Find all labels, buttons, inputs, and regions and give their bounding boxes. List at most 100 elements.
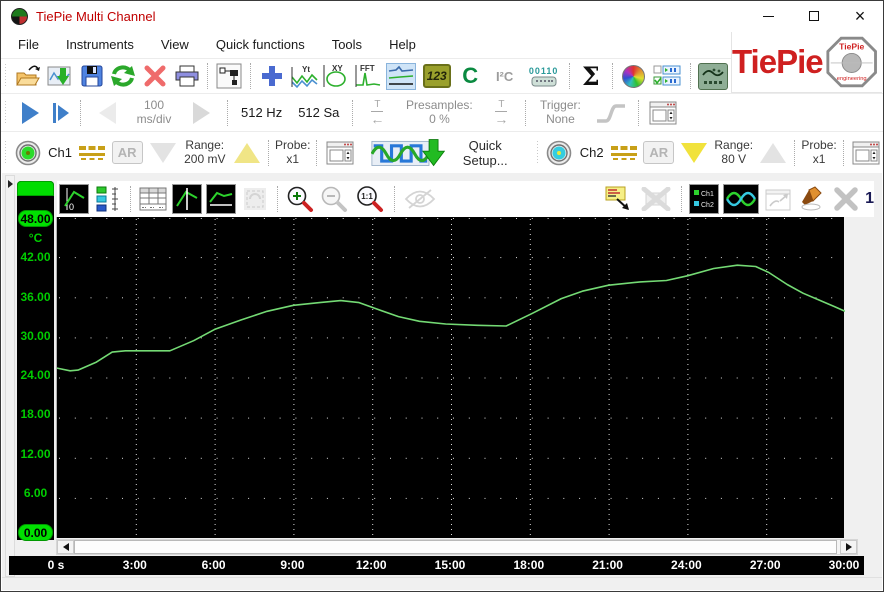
- channel-offsets-button[interactable]: [93, 184, 123, 214]
- vertical-cursor-button[interactable]: [172, 184, 202, 214]
- scrollbar-thumb[interactable]: [74, 540, 837, 554]
- y-axis-limit-handle[interactable]: 0.00: [18, 524, 53, 542]
- gray-cross-icon: [834, 187, 858, 211]
- delete-comment-button[interactable]: [638, 184, 674, 214]
- measure-settings-button[interactable]: [646, 99, 680, 127]
- trigger-slope-button[interactable]: [591, 99, 631, 127]
- oneshot-button[interactable]: [49, 99, 73, 127]
- vertical-cursor-icon: [176, 188, 198, 210]
- ch2-autorange-button[interactable]: AR: [643, 141, 675, 164]
- export-data-button[interactable]: [46, 62, 74, 90]
- gauge-button[interactable]: C: [456, 62, 484, 90]
- legend-button[interactable]: Ch1 Ch2: [689, 184, 720, 214]
- scroll-right-button[interactable]: [840, 540, 857, 554]
- menu-file[interactable]: File: [18, 37, 39, 52]
- start-button[interactable]: [15, 99, 45, 127]
- ch1-settings-button[interactable]: [324, 139, 354, 167]
- toolbar-grip[interactable]: [4, 100, 9, 125]
- presamples-increase-button[interactable]: T →: [488, 99, 514, 127]
- refresh-button[interactable]: [110, 62, 138, 90]
- value-table-button[interactable]: [138, 184, 168, 214]
- meter-button[interactable]: 123: [421, 62, 452, 90]
- horizontal-cursor-button[interactable]: [206, 184, 236, 214]
- minimize-button[interactable]: [745, 1, 791, 31]
- add-object-button[interactable]: [258, 62, 286, 90]
- toolbar-separator: [277, 186, 278, 212]
- scrollbar-track[interactable]: [74, 540, 840, 554]
- save-button[interactable]: [78, 62, 106, 90]
- toolbar-grip[interactable]: [4, 64, 9, 88]
- eraser-button[interactable]: [797, 184, 827, 214]
- presamples-decrease-button[interactable]: T ←: [364, 99, 390, 127]
- yt-graph-button[interactable]: Yt: [290, 62, 318, 90]
- graph-panel: 48.00 42.00 36.00 30.00 24.00 18.00 12.00 6.00 0…: [2, 173, 882, 590]
- plot-area[interactable]: [56, 217, 845, 538]
- instrument-button[interactable]: [698, 62, 729, 90]
- zoom-out-button[interactable]: [319, 184, 349, 214]
- graph-toolbar: 0 1:1 Ch1 Ch2 1: [57, 181, 874, 217]
- quick-setup-button[interactable]: Quick Setup...: [370, 138, 522, 168]
- ch1-coupling-button[interactable]: [79, 139, 106, 167]
- fft-graph-button[interactable]: FFT: [354, 62, 382, 90]
- ch1-autorange-button[interactable]: AR: [111, 141, 143, 164]
- y-axis-limit-handle[interactable]: 48.00: [18, 210, 53, 227]
- open-file-button[interactable]: [15, 62, 43, 90]
- xy-graph-button[interactable]: XY: [322, 62, 350, 90]
- ch2-bnc-button[interactable]: [546, 139, 573, 167]
- trace-colors-button[interactable]: [723, 184, 760, 214]
- popout-graph-button[interactable]: [763, 184, 793, 214]
- colors-button[interactable]: [620, 62, 648, 90]
- y-axis[interactable]: 48.00 42.00 36.00 30.00 24.00 18.00 12.00 6.00 0…: [17, 181, 54, 542]
- timebase-faster-button[interactable]: [182, 99, 220, 127]
- menu-quick-functions[interactable]: Quick functions: [216, 37, 305, 52]
- menu-view[interactable]: View: [161, 37, 189, 52]
- floppy-save-icon: [81, 65, 103, 87]
- sum-button[interactable]: Σ: [577, 62, 605, 91]
- object-tree-button[interactable]: [215, 62, 243, 90]
- y-tick-label: 12.00: [20, 446, 51, 461]
- x-axis[interactable]: 0 s 3:00 6:00 9:00 12:00 15:00 18:00 21:00 24:00…: [9, 556, 864, 575]
- record-length-value[interactable]: 512 Sa: [298, 105, 339, 120]
- instrument-icon: [698, 62, 729, 90]
- axis-zero-button[interactable]: 0: [59, 184, 89, 214]
- add-comment-button[interactable]: [604, 184, 634, 214]
- toolbar-separator: [130, 186, 131, 212]
- ch2-coupling-button[interactable]: [611, 139, 638, 167]
- print-button[interactable]: [173, 62, 201, 90]
- panel-collapse-strip[interactable]: [5, 175, 15, 577]
- clear-graph-button[interactable]: [831, 184, 861, 214]
- zoom-reset-button[interactable]: 1:1: [353, 184, 387, 214]
- zoom-window-button[interactable]: [240, 184, 270, 214]
- toolbar-grip[interactable]: [4, 140, 9, 165]
- serial-connector-icon: [531, 76, 557, 86]
- ch2-settings-button[interactable]: [851, 139, 881, 167]
- ch2-range-up-button[interactable]: [759, 139, 787, 167]
- menu-help[interactable]: Help: [389, 37, 416, 52]
- ch1-range-down-button[interactable]: [149, 139, 177, 167]
- ch1-bnc-button[interactable]: [14, 139, 41, 167]
- menu-instruments[interactable]: Instruments: [66, 37, 134, 52]
- sample-rate-value[interactable]: 512 Hz: [241, 105, 282, 120]
- active-graph-button[interactable]: [386, 62, 417, 90]
- ch2-range-down-button[interactable]: [680, 139, 708, 167]
- left-arrow-icon: [98, 101, 116, 124]
- timebase-slower-button[interactable]: [88, 99, 126, 127]
- object-list-button[interactable]: [651, 62, 682, 90]
- ch2-bnc-icon: [547, 140, 572, 165]
- delete-button[interactable]: [141, 62, 169, 90]
- toolbar-grip[interactable]: [535, 140, 541, 165]
- i2c-analyzer-button[interactable]: I²C: [488, 62, 521, 90]
- protocol-analyzer-button[interactable]: 00110: [525, 62, 562, 90]
- xy-graph-icon: XY: [323, 64, 346, 87]
- close-button[interactable]: ×: [837, 1, 883, 31]
- menu-tools[interactable]: Tools: [332, 37, 362, 52]
- ch1-label: Ch1: [48, 145, 73, 160]
- toolbar-separator: [316, 139, 318, 166]
- scroll-left-button[interactable]: [57, 540, 74, 554]
- color-wheel-icon: [622, 64, 646, 88]
- maximize-button[interactable]: [791, 1, 837, 31]
- trigger-slope-icon: [597, 103, 626, 123]
- ch1-range-up-button[interactable]: [233, 139, 261, 167]
- hide-source-button[interactable]: [402, 184, 438, 214]
- zoom-in-button[interactable]: [285, 184, 315, 214]
